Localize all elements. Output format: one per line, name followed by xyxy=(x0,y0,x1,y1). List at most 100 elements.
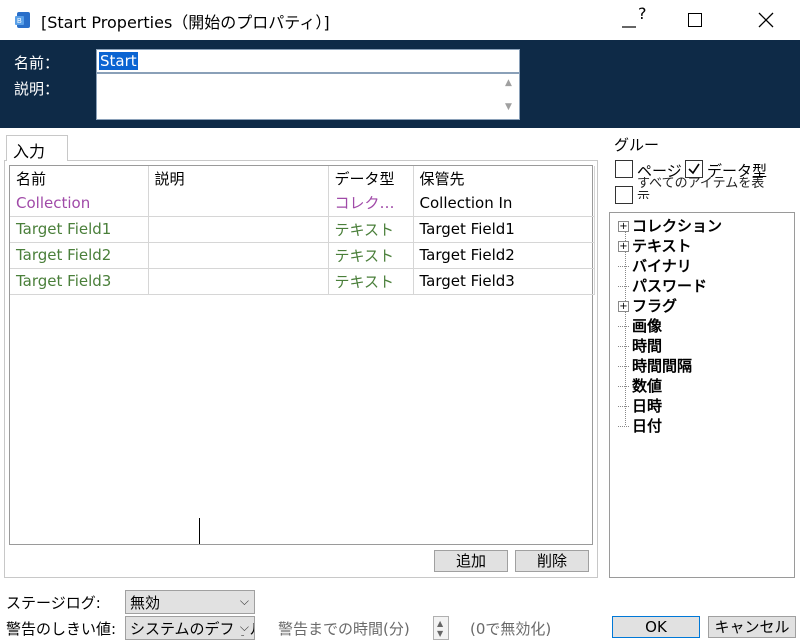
tree-item[interactable]: 日時 xyxy=(618,395,662,415)
expand-icon[interactable]: + xyxy=(618,241,629,252)
svg-text:?: ? xyxy=(638,5,647,23)
table-row[interactable]: Target Field1 テキスト Target Field1 xyxy=(10,216,595,243)
cell-store[interactable]: Collection In xyxy=(413,190,595,217)
tree-item-label: フラグ xyxy=(632,297,678,315)
table-row[interactable]: Target Field2 テキスト Target Field2 xyxy=(10,242,595,269)
cell-store[interactable]: Target Field2 xyxy=(413,242,595,269)
column-header-name[interactable]: 名前 xyxy=(10,166,149,190)
tree-line-icon xyxy=(618,426,629,427)
tree-line-icon xyxy=(618,406,629,407)
tree-line-icon xyxy=(618,266,629,267)
ok-button[interactable]: OK xyxy=(612,616,700,638)
cell-store[interactable]: Target Field1 xyxy=(413,216,595,243)
data-type-checkbox[interactable] xyxy=(685,160,703,178)
checkmark-icon xyxy=(688,163,700,175)
name-value: Start xyxy=(99,52,138,70)
tree-item[interactable]: 時間間隔 xyxy=(618,355,692,375)
chevron-down-icon: ⌵ xyxy=(236,620,249,635)
tree-item[interactable]: 画像 xyxy=(618,315,662,335)
cell-type[interactable]: テキスト xyxy=(328,242,414,269)
cell-description[interactable] xyxy=(148,242,329,269)
warning-threshold-select[interactable]: システムのデフォルト ⌵ xyxy=(125,616,255,640)
cell-description[interactable] xyxy=(148,216,329,243)
tree-item[interactable]: 日付 xyxy=(618,415,662,435)
table-row[interactable]: Target Field3 テキスト Target Field3 xyxy=(10,268,595,295)
delete-button[interactable]: 削除 xyxy=(515,550,589,572)
tree-line-icon xyxy=(618,286,629,287)
warning-time-stepper[interactable]: ▲ ▼ xyxy=(433,616,449,640)
close-icon xyxy=(758,12,774,28)
window-title: [Start Properties（開始のプロパティ）] xyxy=(41,13,330,32)
stage-log-label: ステージログ: xyxy=(6,594,101,612)
tree-item[interactable]: バイナリ xyxy=(618,255,692,275)
scroll-down-icon[interactable]: ▼ xyxy=(505,102,512,112)
tree-item[interactable]: + テキスト xyxy=(618,235,692,255)
description-input[interactable]: ▲ ▼ xyxy=(96,73,520,120)
tree-item[interactable]: + フラグ xyxy=(618,295,677,315)
cell-name[interactable]: Target Field2 xyxy=(10,242,149,269)
tree-item[interactable]: + コレクション xyxy=(618,215,722,235)
cell-name[interactable]: Target Field1 xyxy=(10,216,149,243)
cell-type[interactable]: コレクシ… xyxy=(328,190,414,217)
show-all-checkbox[interactable] xyxy=(615,186,633,204)
name-input[interactable]: Start xyxy=(96,49,520,73)
expand-icon[interactable]: + xyxy=(618,301,629,312)
stage-log-select[interactable]: 無効 ⌵ xyxy=(125,590,255,614)
cancel-button[interactable]: キャンセル xyxy=(708,616,796,638)
text-caret xyxy=(199,518,200,544)
stepper-down-icon[interactable]: ▼ xyxy=(437,629,443,638)
expand-icon[interactable]: + xyxy=(618,221,629,232)
column-header-description[interactable]: 説明 xyxy=(148,166,329,190)
group-label: グルー xyxy=(614,136,660,154)
tree-item-label: パスワード xyxy=(632,277,708,295)
stage-log-value: 無効 xyxy=(130,594,161,612)
tree-item[interactable]: 数値 xyxy=(618,375,662,395)
tree-item-label: バイナリ xyxy=(632,257,692,275)
cell-store[interactable]: Target Field3 xyxy=(413,268,595,295)
tree-item-label: 数値 xyxy=(632,377,663,395)
help-button[interactable]: ? xyxy=(600,0,656,40)
stepper-up-icon[interactable]: ▲ xyxy=(437,619,443,628)
help-icon: ? xyxy=(622,5,647,28)
column-header-type[interactable]: データ型 xyxy=(328,166,414,190)
zero-disables-label: (0で無効化) xyxy=(470,620,552,638)
cell-type[interactable]: テキスト xyxy=(328,268,414,295)
tree-item-label: テキスト xyxy=(632,237,692,255)
app-icon: B xyxy=(15,12,30,28)
tree-line-icon xyxy=(618,386,629,387)
data-type-tree: + コレクション + テキスト バイナリ パスワード + フラグ 画像 時間 時間間隔 数値 日時 日付 xyxy=(609,212,795,578)
cell-type[interactable]: テキスト xyxy=(328,216,414,243)
add-button[interactable]: 追加 xyxy=(434,550,508,572)
tree-item-label: 時間 xyxy=(632,337,663,355)
description-scrollbar[interactable]: ▲ ▼ xyxy=(501,74,519,119)
page-checkbox[interactable] xyxy=(615,160,633,178)
close-button[interactable] xyxy=(738,0,794,40)
maximize-icon xyxy=(688,13,702,27)
column-header-store[interactable]: 保管先 xyxy=(413,166,595,190)
tree-line-icon xyxy=(618,346,629,347)
cell-name[interactable]: Collection xyxy=(10,190,149,217)
scroll-up-icon[interactable]: ▲ xyxy=(505,78,512,88)
tree-item[interactable]: パスワード xyxy=(618,275,707,295)
tree-item-label: 画像 xyxy=(632,317,663,335)
cell-name[interactable]: Target Field3 xyxy=(10,268,149,295)
chevron-down-icon: ⌵ xyxy=(239,594,249,608)
warning-time-label: 警告までの時間(分) xyxy=(278,620,410,638)
tree-line-icon xyxy=(618,326,629,327)
tree-item-label: 日時 xyxy=(632,397,663,415)
tab-input[interactable]: 入力 xyxy=(6,135,68,161)
name-label: 名前： xyxy=(14,54,60,72)
tree-line-icon xyxy=(618,366,629,367)
description-label: 説明： xyxy=(14,80,60,98)
tree-item-label: コレクション xyxy=(632,217,723,235)
cell-description[interactable] xyxy=(148,268,329,295)
tree-item-label: 日付 xyxy=(632,417,663,435)
cell-description[interactable] xyxy=(148,190,329,217)
tree-item[interactable]: 時間 xyxy=(618,335,662,355)
table-row[interactable]: Collection コレクシ… Collection In xyxy=(10,190,595,217)
warning-threshold-label: 警告のしきい値: xyxy=(6,620,117,638)
show-all-checkbox-label[interactable]: すべてのアイテムを表示 xyxy=(637,177,767,199)
svg-text:B: B xyxy=(17,18,22,25)
table-header-row: 名前 説明 データ型 保管先 xyxy=(10,166,595,190)
maximize-button[interactable] xyxy=(667,0,723,40)
